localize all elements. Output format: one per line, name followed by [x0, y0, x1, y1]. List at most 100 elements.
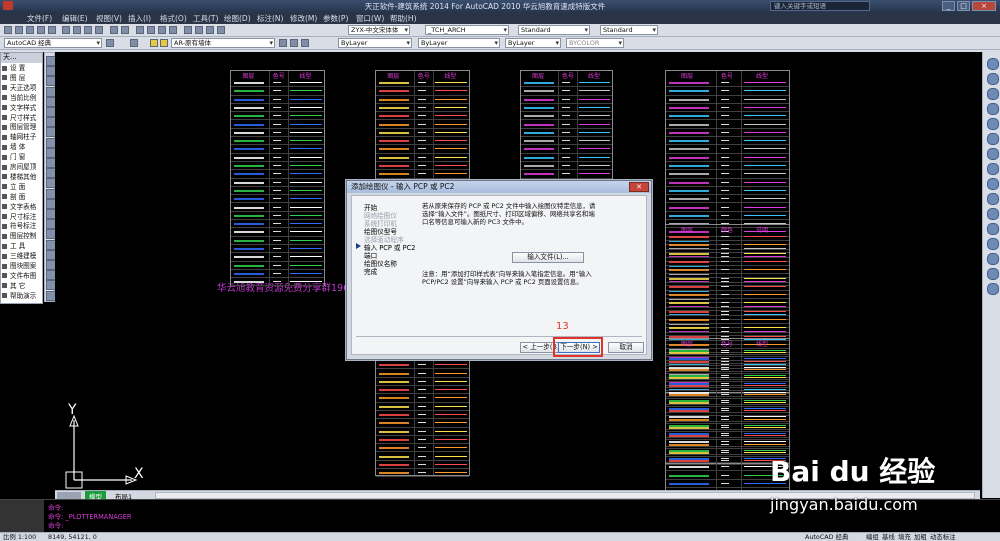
palette-item[interactable]: 当前比例 — [2, 94, 42, 103]
menu-parameter[interactable]: 参数(P) — [323, 13, 348, 24]
layer-select[interactable]: AR-原有墙体 — [171, 38, 275, 48]
zoom-prev-icon[interactable] — [169, 26, 177, 34]
palette-item[interactable]: 尺寸标注 — [2, 213, 42, 222]
match-icon[interactable] — [95, 26, 103, 34]
cancel-button[interactable]: 取消 — [608, 342, 644, 353]
palette-item[interactable]: 房间屋顶 — [2, 163, 42, 172]
palette-item[interactable]: 轴网柱子 — [2, 133, 42, 142]
nav-tool-icon[interactable] — [987, 253, 999, 265]
make-current-icon[interactable] — [279, 39, 287, 47]
menu-format[interactable]: 格式(O) — [160, 13, 187, 24]
help-icon[interactable] — [217, 26, 225, 34]
menu-modify[interactable]: 修改(M) — [290, 13, 317, 24]
menu-dimension[interactable]: 标注(N) — [257, 13, 283, 24]
status-bold[interactable]: 加粗 — [914, 533, 927, 541]
palette-item[interactable]: 楼梯其他 — [2, 173, 42, 182]
maximize-button[interactable]: □ — [957, 1, 970, 11]
palette-item[interactable]: 图 层 — [2, 74, 42, 83]
scale-indicator[interactable]: 比例 1:100 — [3, 533, 36, 541]
palette-item[interactable]: 天正选项 — [2, 84, 42, 93]
print-icon[interactable] — [37, 26, 45, 34]
redo-icon[interactable] — [121, 26, 129, 34]
palette-item[interactable]: 文字表格 — [2, 203, 42, 212]
copy-icon[interactable] — [73, 26, 81, 34]
palette-item[interactable]: 立 面 — [2, 183, 42, 192]
palette-item[interactable]: 剖 面 — [2, 193, 42, 202]
properties-icon[interactable] — [184, 26, 192, 34]
nav-tool-icon[interactable] — [987, 223, 999, 235]
nav-tool-icon[interactable] — [987, 148, 999, 160]
nav-tool-icon[interactable] — [987, 118, 999, 130]
status-group[interactable]: 编组 — [866, 533, 879, 541]
layer-state-icon[interactable] — [301, 39, 309, 47]
new-icon[interactable] — [4, 26, 12, 34]
plotstyle-select[interactable]: BYCOLOR — [566, 38, 624, 48]
palette-item[interactable]: 墙 体 — [2, 143, 42, 152]
palette-item[interactable]: 尺寸样式 — [2, 114, 42, 123]
nav-tool-icon[interactable] — [987, 103, 999, 115]
tool-palette-icon[interactable] — [206, 26, 214, 34]
palette-item[interactable]: 文件布图 — [2, 272, 42, 281]
palette-item[interactable]: 图层控制 — [2, 232, 42, 241]
menu-window[interactable]: 窗口(W) — [356, 13, 384, 24]
app-icon[interactable] — [3, 1, 13, 10]
nav-tool-icon[interactable] — [987, 208, 999, 220]
cut-icon[interactable] — [62, 26, 70, 34]
dim-style-select[interactable]: _TCH_ARCH — [425, 25, 509, 35]
nav-tool-icon[interactable] — [987, 238, 999, 250]
layer-properties-icon[interactable] — [130, 39, 138, 47]
palette-item[interactable]: 图层管理 — [2, 123, 42, 132]
layer-freeze-icon[interactable] — [160, 39, 168, 47]
menu-view[interactable]: 视图(V) — [96, 13, 122, 24]
nav-tool-icon[interactable] — [987, 163, 999, 175]
workspace-select[interactable]: AutoCAD 经典 — [4, 38, 102, 48]
menu-help[interactable]: 帮助(H) — [390, 13, 417, 24]
palette-item[interactable]: 符号标注 — [2, 222, 42, 231]
tab-nav-icon[interactable] — [57, 492, 81, 499]
paste-icon[interactable] — [84, 26, 92, 34]
status-fill[interactable]: 填充 — [898, 533, 911, 541]
zoom-window-icon[interactable] — [158, 26, 166, 34]
palette-item[interactable]: 门 窗 — [2, 153, 42, 162]
table-style-select[interactable]: Standard — [518, 25, 590, 35]
menu-file[interactable]: 文件(F) — [27, 13, 52, 24]
linetype-select[interactable]: ByLayer — [418, 38, 500, 48]
menu-edit[interactable]: 编辑(E) — [62, 13, 88, 24]
nav-tool-icon[interactable] — [987, 58, 999, 70]
workspace-settings-icon[interactable] — [106, 39, 114, 47]
minimize-button[interactable]: _ — [942, 1, 955, 11]
palette-item[interactable]: 工 具 — [2, 242, 42, 251]
lineweight-select[interactable]: ByLayer — [505, 38, 561, 48]
preview-icon[interactable] — [48, 26, 56, 34]
nav-tool-icon[interactable] — [987, 193, 999, 205]
design-center-icon[interactable] — [195, 26, 203, 34]
nav-tool-icon[interactable] — [987, 283, 999, 295]
pan-icon[interactable] — [136, 26, 144, 34]
undo-icon[interactable] — [110, 26, 118, 34]
status-baseline[interactable]: 基线 — [882, 533, 895, 541]
command-prompt[interactable]: 命令: — [48, 520, 63, 530]
nav-tool-icon[interactable] — [987, 178, 999, 190]
multileader-style-select[interactable]: Standard — [600, 25, 658, 35]
menu-insert[interactable]: 插入(I) — [128, 13, 151, 24]
status-workspace[interactable]: AutoCAD 经典 — [805, 533, 848, 541]
nav-tool-icon[interactable] — [987, 88, 999, 100]
color-select[interactable]: ByLayer — [338, 38, 412, 48]
palette-header[interactable]: 天... — [1, 53, 42, 63]
palette-item[interactable]: 设 置 — [2, 64, 42, 73]
layer-previous-icon[interactable] — [290, 39, 298, 47]
save-icon[interactable] — [26, 26, 34, 34]
text-style-select[interactable]: ZYX-中文宋体体 — [348, 25, 410, 35]
menu-draw[interactable]: 绘图(D) — [224, 13, 251, 24]
palette-item[interactable]: 图块图案 — [2, 262, 42, 271]
nav-tool-icon[interactable] — [987, 133, 999, 145]
open-icon[interactable] — [15, 26, 23, 34]
layer-on-icon[interactable] — [150, 39, 158, 47]
status-dynamic-dim[interactable]: 动态标注 — [930, 533, 956, 541]
nav-tool-icon[interactable] — [987, 73, 999, 85]
close-button[interactable]: × — [972, 1, 996, 11]
import-file-button[interactable]: 输入文件(L)... — [512, 252, 584, 263]
palette-item[interactable]: 文字样式 — [2, 104, 42, 113]
palette-item[interactable]: 三维建模 — [2, 252, 42, 261]
help-search-input[interactable]: 键入关键字或短语 — [770, 1, 870, 11]
